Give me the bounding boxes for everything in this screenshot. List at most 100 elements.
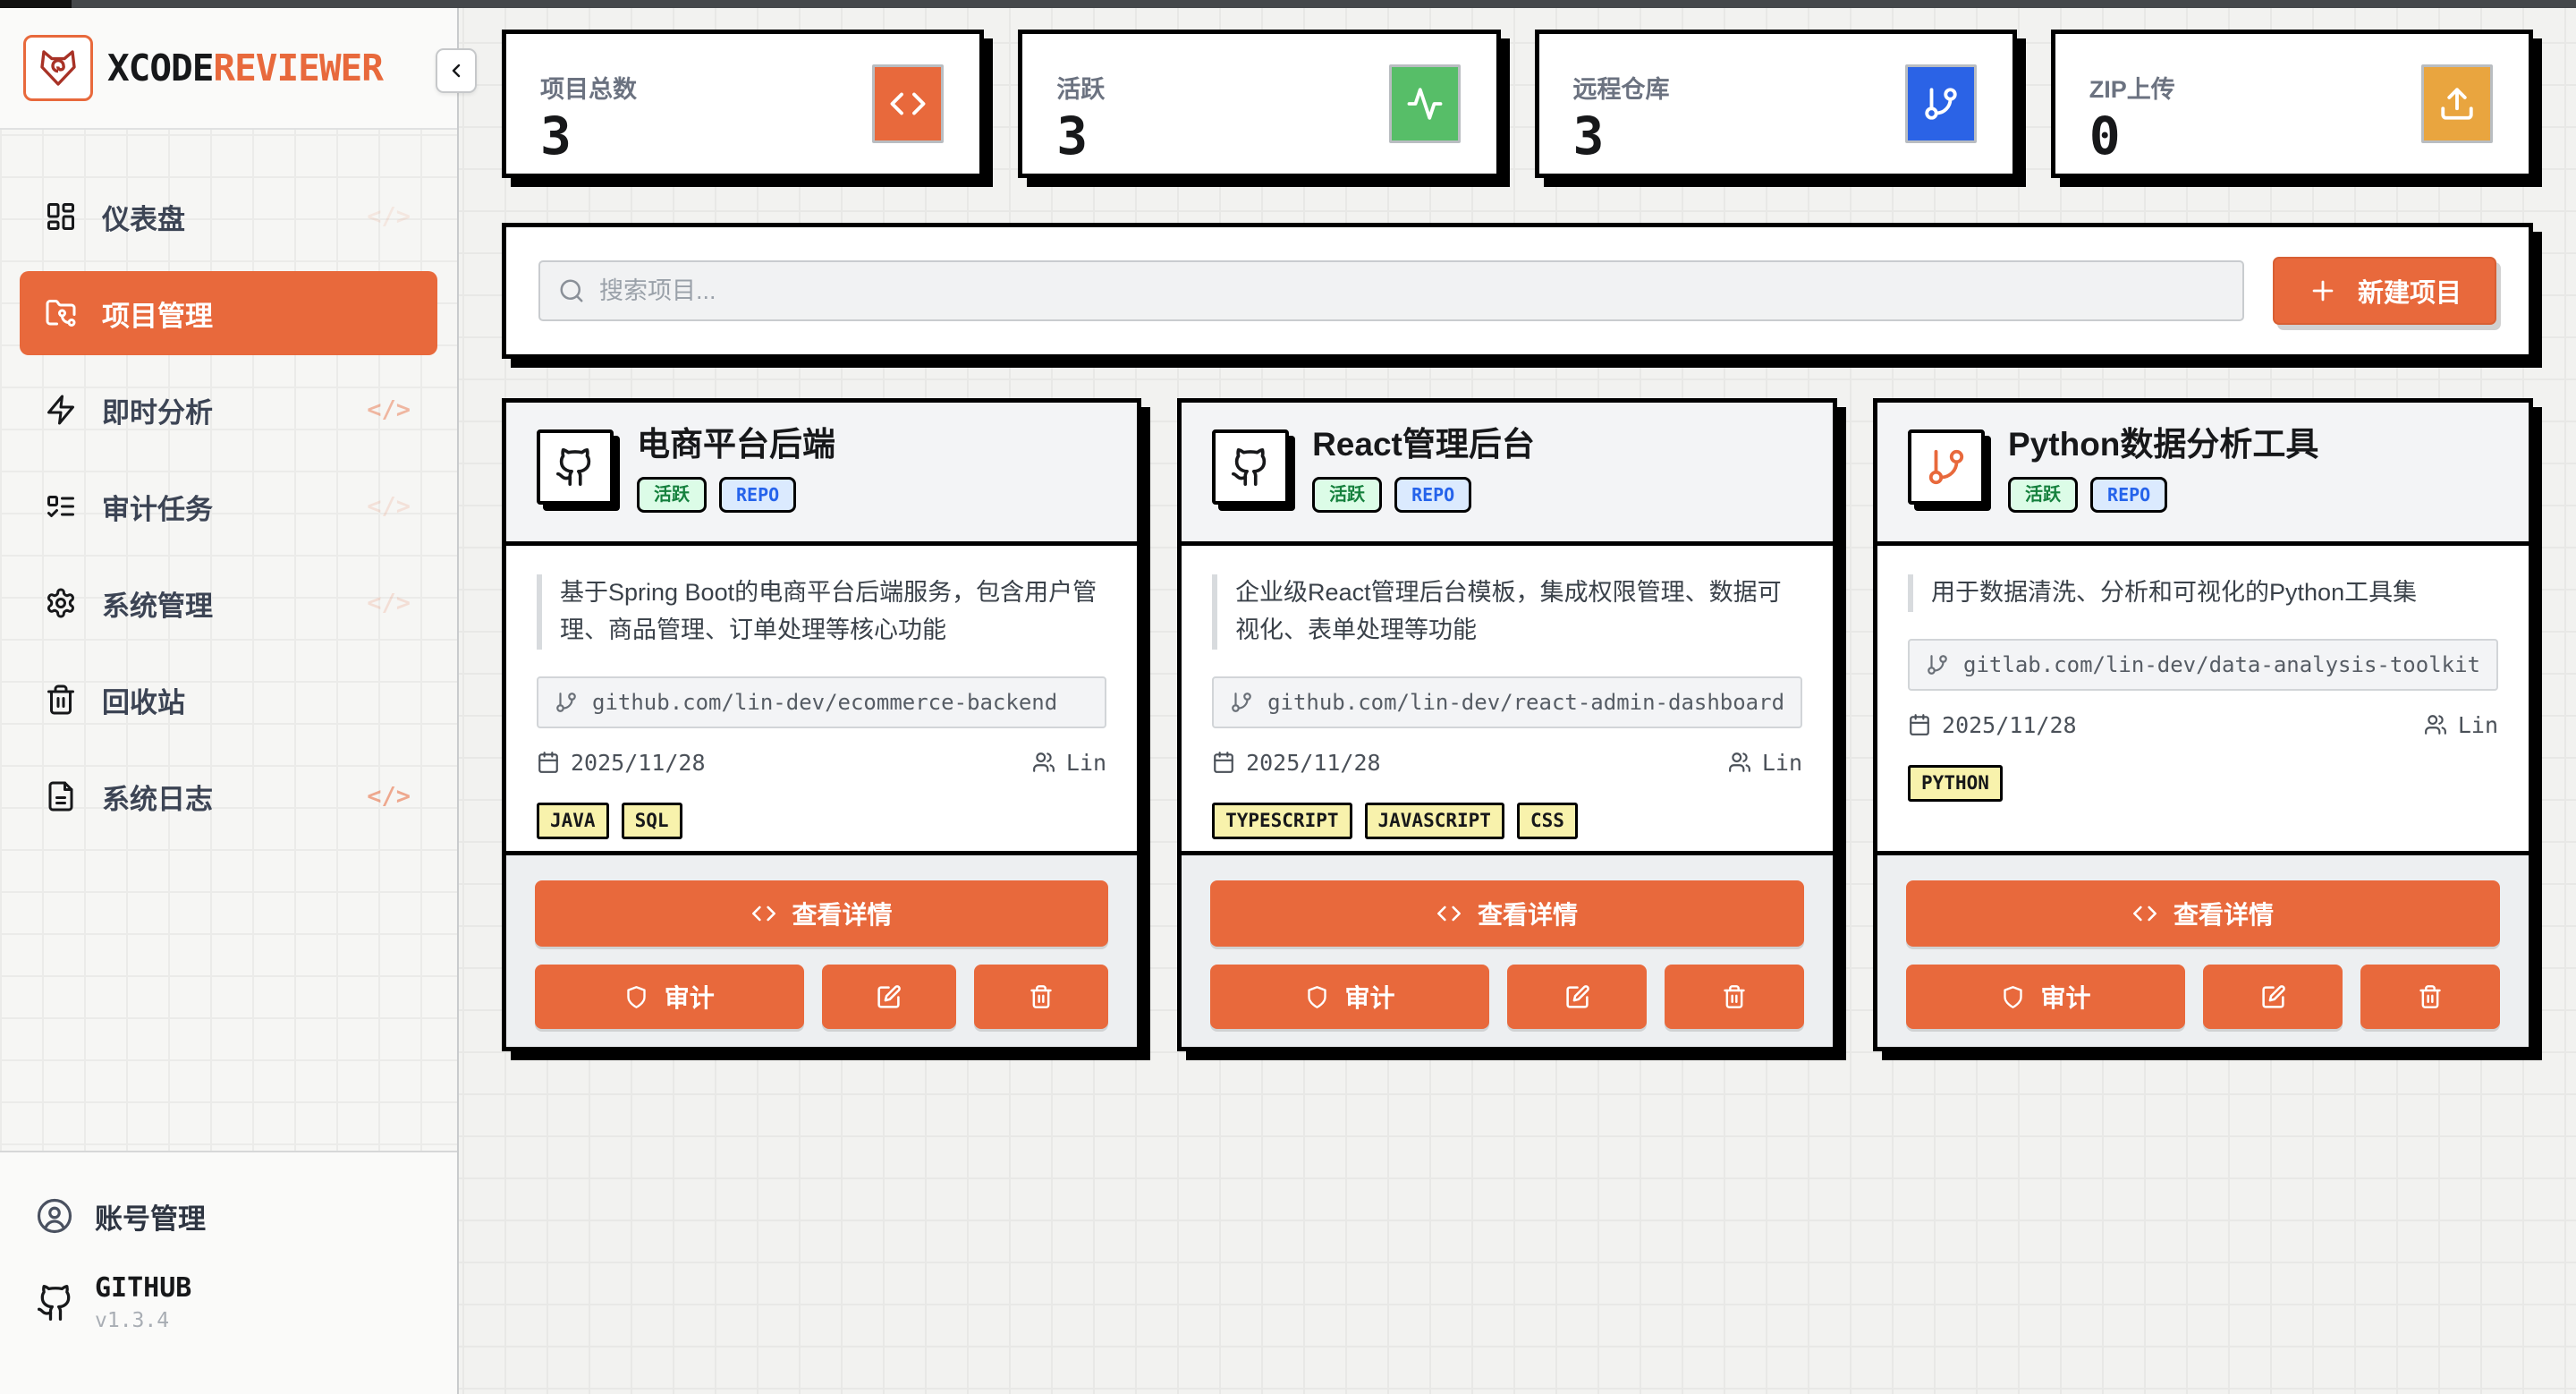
- project-header: React管理后台 活跃 REPO: [1182, 403, 1833, 546]
- sidebar-item-audit-tasks[interactable]: 审计任务 </>: [20, 464, 437, 548]
- audit-button[interactable]: 审计: [1906, 965, 2185, 1029]
- zap-icon: [45, 394, 77, 426]
- app-version: v1.3.4: [95, 1309, 191, 1332]
- project-owner-group: Lin: [2424, 712, 2498, 738]
- delete-button[interactable]: [974, 965, 1108, 1029]
- project-footer: 查看详情 审计: [506, 851, 1137, 1047]
- project-footer: 查看详情 审计: [1877, 851, 2529, 1047]
- gear-icon: [45, 587, 77, 619]
- stat-card-zip-uploads: ZIP上传 0: [2051, 30, 2533, 178]
- audit-label: 审计: [2041, 979, 2091, 1015]
- delete-button[interactable]: [2360, 965, 2500, 1029]
- git-branch-icon: [1926, 446, 1967, 488]
- plus-icon: [2308, 276, 2338, 306]
- sidebar-item-label: 项目管理: [102, 293, 213, 334]
- search-input[interactable]: [538, 260, 2244, 321]
- repo-url-box[interactable]: github.com/lin-dev/react-admin-dashboard: [1212, 676, 1802, 728]
- meta-row: 2025/11/28 Lin: [1908, 712, 2498, 738]
- shield-icon: [624, 985, 648, 1009]
- project-card-ecommerce-backend: 电商平台后端 活跃 REPO 基于Spring Boot的电商平台后端服务，包含…: [502, 398, 1141, 1051]
- users-icon: [2424, 713, 2447, 736]
- sidebar-item-label: 回收站: [102, 680, 185, 720]
- users-icon: [1728, 751, 1751, 774]
- audit-button[interactable]: 审计: [1210, 965, 1489, 1029]
- sidebar-item-dashboard[interactable]: 仪表盘 </>: [20, 174, 437, 259]
- project-description: 企业级React管理后台模板，集成权限管理、数据可视化、表单处理等功能: [1212, 574, 1802, 650]
- edit-button[interactable]: [1507, 965, 1647, 1029]
- sidebar-item-system-admin[interactable]: 系统管理 </>: [20, 561, 437, 645]
- sidebar-item-label: 系统管理: [102, 583, 213, 624]
- search-panel: 新建项目: [502, 223, 2533, 359]
- sidebar-item-projects[interactable]: 项目管理: [20, 271, 437, 355]
- calendar-icon: [1212, 751, 1235, 774]
- github-label: GITHUB: [95, 1272, 191, 1304]
- project-owner-group: Lin: [1728, 750, 1802, 776]
- audit-label: 审计: [1345, 979, 1395, 1015]
- project-description: 用于数据清洗、分析和可视化的Python工具集: [1908, 574, 2498, 612]
- status-badge: 活跃: [2008, 477, 2078, 513]
- project-header: Python数据分析工具 活跃 REPO: [1877, 403, 2529, 546]
- sidebar-item-instant-analysis[interactable]: 即时分析 </>: [20, 368, 437, 452]
- git-branch-icon: [555, 691, 578, 714]
- trash-icon: [1722, 984, 1747, 1009]
- edit-button[interactable]: [2203, 965, 2343, 1029]
- code-icon: [889, 85, 927, 123]
- sidebar-item-system-logs[interactable]: 系统日志 </>: [20, 754, 437, 838]
- repo-url: github.com/lin-dev/ecommerce-backend: [592, 690, 1057, 715]
- repo-url-box[interactable]: github.com/lin-dev/ecommerce-backend: [537, 676, 1106, 728]
- project-owner: Lin: [1066, 750, 1106, 776]
- project-date: 2025/11/28: [571, 750, 706, 776]
- project-body: 企业级React管理后台模板，集成权限管理、数据可视化、表单处理等功能 gith…: [1182, 546, 1833, 851]
- shield-icon: [1305, 985, 1329, 1009]
- sidebar-collapse-button[interactable]: [436, 48, 477, 93]
- project-description: 基于Spring Boot的电商平台后端服务，包含用户管理、商品管理、订单处理等…: [537, 574, 1106, 650]
- repo-url: gitlab.com/lin-dev/data-analysis-toolkit: [1963, 652, 2480, 677]
- code-watermark: </>: [367, 203, 411, 231]
- new-project-button[interactable]: 新建项目: [2273, 257, 2496, 325]
- edit-button[interactable]: [822, 965, 956, 1029]
- app-logo: [23, 35, 93, 101]
- project-footer: 查看详情 审计: [1182, 851, 1833, 1047]
- repo-url-box[interactable]: gitlab.com/lin-dev/data-analysis-toolkit: [1908, 639, 2498, 691]
- project-logo-box: [1908, 429, 1985, 505]
- sidebar-item-label: 仪表盘: [102, 197, 185, 237]
- project-date: 2025/11/28: [1942, 712, 2077, 738]
- view-details-button[interactable]: 查看详情: [1906, 880, 2500, 947]
- stat-icon-box: [1389, 64, 1461, 143]
- delete-button[interactable]: [1665, 965, 1804, 1029]
- audit-button[interactable]: 审计: [535, 965, 804, 1029]
- meta-row: 2025/11/28 Lin: [537, 750, 1106, 776]
- project-logo-box: [1212, 429, 1289, 505]
- view-details-button[interactable]: 查看详情: [1210, 880, 1804, 947]
- badge-row: 活跃 REPO: [2008, 477, 2318, 513]
- type-badge: REPO: [1394, 477, 1471, 513]
- task-list-icon: [45, 490, 77, 523]
- sidebar-nav: 仪表盘 </> 项目管理 即时分析 </> 审计任务 </> 系统管理 </> …: [0, 130, 457, 838]
- code-icon: [1436, 901, 1462, 926]
- edit-icon: [2260, 984, 2286, 1010]
- git-branch-icon: [1922, 85, 1960, 123]
- project-title: 电商平台后端: [637, 426, 835, 464]
- main-content: 项目总数 3 活跃 3 远程仓库 3 ZIP上传 0: [461, 8, 2576, 1394]
- audit-label: 审计: [665, 979, 715, 1015]
- stat-card-remote-repos: 远程仓库 3: [1535, 30, 2017, 178]
- stat-icon-box: [872, 64, 944, 143]
- view-details-button[interactable]: 查看详情: [535, 880, 1108, 947]
- project-date-group: 2025/11/28: [1908, 712, 2077, 738]
- github-version-block[interactable]: GITHUB v1.3.4: [36, 1272, 421, 1332]
- project-title: React管理后台: [1312, 426, 1535, 464]
- project-header: 电商平台后端 活跃 REPO: [506, 403, 1137, 546]
- search-wrap: [538, 260, 2244, 321]
- type-badge: REPO: [2090, 477, 2167, 513]
- github-icon: [36, 1283, 75, 1322]
- account-management[interactable]: 账号管理: [36, 1185, 421, 1247]
- new-project-label: 新建项目: [2358, 272, 2462, 310]
- edit-icon: [876, 984, 902, 1010]
- user-circle-icon: [36, 1197, 73, 1235]
- project-body: 用于数据清洗、分析和可视化的Python工具集 gitlab.com/lin-d…: [1877, 546, 2529, 851]
- language-tag: SQL: [622, 803, 682, 839]
- users-icon: [1032, 751, 1055, 774]
- window-top-strip: [0, 0, 2576, 8]
- brand-title: XCODEREVIEWER: [107, 47, 383, 89]
- sidebar-item-recycle-bin[interactable]: 回收站: [20, 658, 437, 742]
